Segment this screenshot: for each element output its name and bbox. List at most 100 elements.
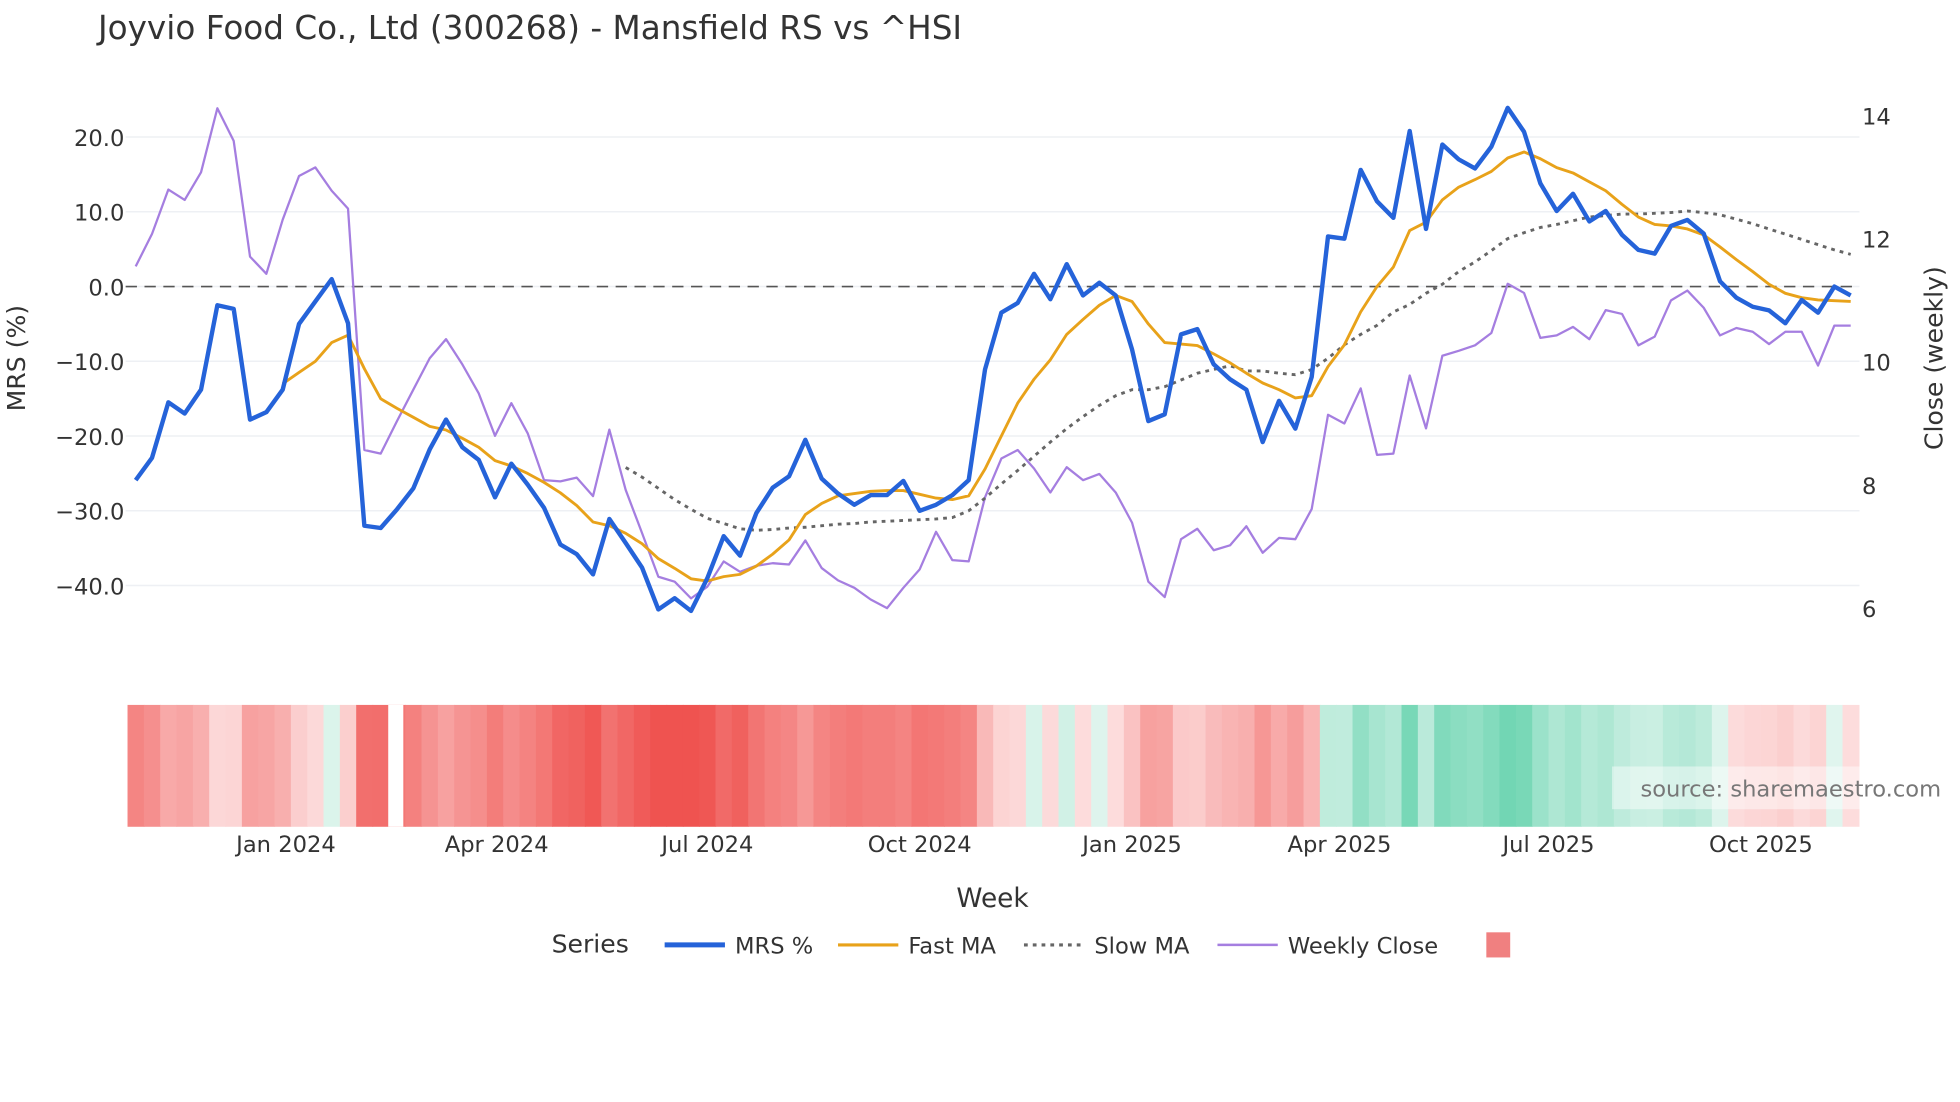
heatmap-cell [1532,704,1550,827]
heatmap-cell [1238,704,1256,827]
heatmap-cell [1450,704,1468,827]
heatmap-cell [1564,704,1582,827]
heatmap-cell [519,704,537,827]
heatmap-cell [209,704,227,827]
heatmap-cell [976,704,994,827]
heatmap-cell [552,704,570,827]
heatmap-cell [829,704,847,827]
legend-item-fast-ma[interactable]: Fast MA [838,934,997,960]
right-tick-label: 10 [1862,351,1891,377]
left-tick-label: −40.0 [55,574,124,600]
legend-label: Slow MA [1094,934,1190,960]
x-tick-label: Jan 2024 [234,832,336,858]
legend-item-weekly-close[interactable]: Weekly Close [1217,934,1438,960]
heatmap-cell [241,704,259,827]
heatmap-cell [650,704,668,827]
heatmap-cell [584,704,602,827]
heatmap-cell [1091,704,1109,827]
heatmap-cell [748,704,766,827]
heatmap-cell [764,704,782,827]
heatmap-cell [372,704,390,827]
left-tick-label: −10.0 [55,350,124,376]
heatmap-cell [1074,704,1092,827]
heatmap-cell [993,704,1011,827]
heatmap-cell [143,704,161,827]
legend-title: Series [552,929,629,958]
x-axis-label: Week [956,884,1029,914]
right-tick-label: 8 [1862,474,1876,500]
heatmap-cell [813,704,831,827]
x-tick-label: Jul 2024 [659,832,753,858]
mrs-heatmap-strip [127,704,1860,827]
legend: Series MRS % Fast MA Slow MA Weekly Clos… [552,929,1511,960]
x-tick-label: Jan 2025 [1080,832,1182,858]
series-line-fast-ma [281,150,1851,583]
heatmap-cell [421,704,439,827]
series-lines [133,105,1852,614]
left-tick-label: 20.0 [74,126,124,152]
heatmap-cell [1107,704,1125,827]
heatmap-cell [1417,704,1435,827]
gridlines [125,136,1860,587]
heatmap-cell [503,704,521,827]
watermark: source: sharemaestro.com [1640,777,1941,803]
right-axis-ticks: 14 12 10 8 6 [1862,104,1891,623]
heatmap-cell [1515,704,1533,827]
heatmap-cell [1352,704,1370,827]
heatmap-cell [1172,704,1190,827]
heatmap-cell [274,704,292,827]
heatmap-cell [1042,704,1060,827]
heatmap-cell [1434,704,1452,827]
x-tick-label: Oct 2024 [868,832,972,858]
heatmap-cell [633,704,651,827]
heatmap-cell [1058,704,1076,827]
right-tick-label: 12 [1862,228,1891,254]
heatmap-cell [1009,704,1027,827]
heatmap-cell [1581,704,1599,827]
heatmap-cell [176,704,194,827]
heatmap-cell [1205,704,1223,827]
heatmap-cell [192,704,210,827]
heatmap-cell [1140,704,1158,827]
heatmap-cell [454,704,472,827]
heatmap-cell [1287,704,1305,827]
legend-label: Weekly Close [1288,934,1438,960]
heatmap-cell [127,704,145,827]
heatmap-cell [895,704,913,827]
heatmap-cell [1368,704,1386,827]
heatmap-cell [568,704,586,827]
heatmap-cell [846,704,864,827]
heatmap-cell [944,704,962,827]
heatmap-cell [617,704,635,827]
heatmap-cell [470,704,488,827]
legend-item-slow-ma[interactable]: Slow MA [1023,934,1190,960]
series-line-slow-ma [624,209,1852,532]
heatmap-cell [960,704,978,827]
heatmap-cell [1548,704,1566,827]
heatmap-cell [486,704,504,827]
legend-item-heatmap-swatch[interactable] [1486,932,1511,958]
heatmap-cell [535,704,553,827]
heatmap-cell [1303,704,1321,827]
heatmap-cell [1123,704,1141,827]
legend-item-mrs[interactable]: MRS % [664,934,814,960]
heatmap-cell [1319,704,1337,827]
heatmap-cell [339,704,357,827]
x-tick-label: Oct 2025 [1709,832,1813,858]
heatmap-cell [797,704,815,827]
heatmap-cell [1336,704,1354,827]
right-tick-label: 14 [1862,104,1891,130]
heatmap-cell [437,704,455,827]
heatmap-cell [682,704,700,827]
heatmap-cell [323,704,341,827]
heatmap-cell [699,704,717,827]
heatmap-cell [1597,704,1615,827]
x-tick-label: Apr 2024 [445,832,549,858]
heatmap-cell [731,704,749,827]
heatmap-cell [1483,704,1501,827]
heatmap-cell [601,704,619,827]
legend-label: Fast MA [908,934,996,960]
heatmap-cell [405,704,423,827]
left-tick-label: 0.0 [88,275,124,301]
heatmap-cell [1466,704,1484,827]
